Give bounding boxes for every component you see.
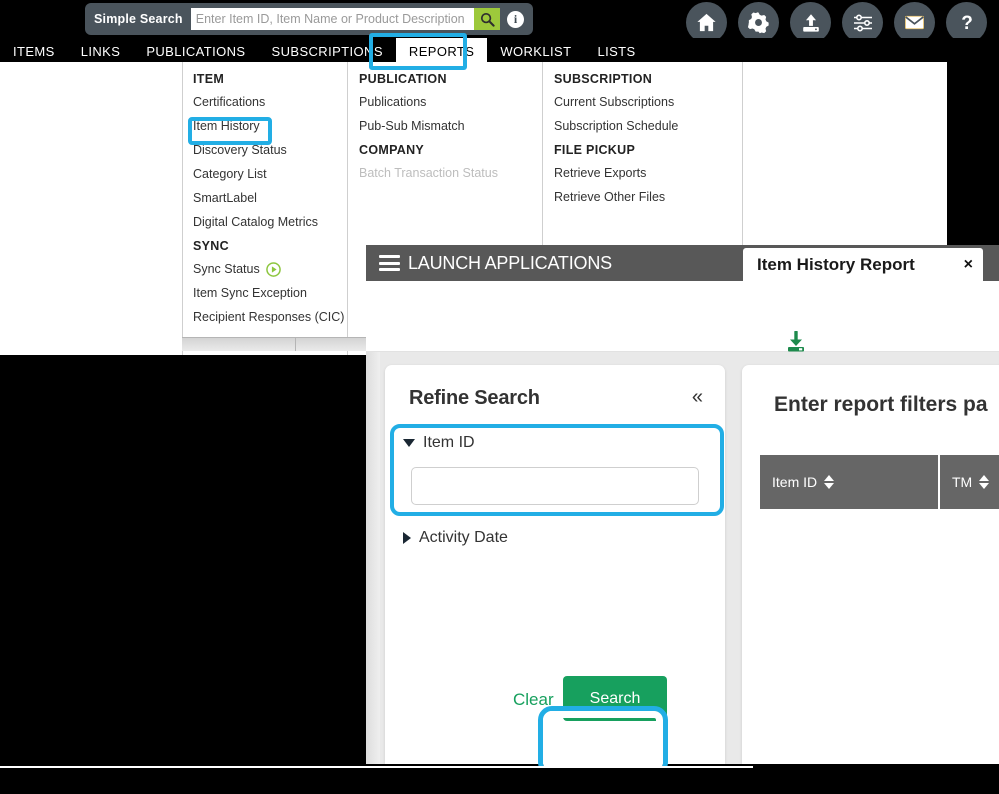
sort-icon[interactable]	[979, 475, 990, 489]
dropdown-heading-sync: SYNC	[193, 239, 229, 253]
refine-search-title: Refine Search	[409, 387, 540, 409]
facet-item-id-label: Item ID	[423, 434, 475, 451]
column-header-tm[interactable]: TM	[940, 455, 999, 509]
dropdown-link-batch-transaction-status: Batch Transaction Status	[359, 166, 498, 180]
dropdown-link-sync-status-label: Sync Status	[193, 262, 260, 276]
dropdown-link-subscription-schedule[interactable]: Subscription Schedule	[554, 119, 742, 134]
app-header-title: LAUNCH APPLICATIONS	[408, 253, 612, 273]
refine-search-panel: Refine Search « Item ID Activity Date Cl…	[385, 365, 725, 764]
svg-text:?: ?	[961, 13, 973, 34]
dropdown-heading-company: COMPANY	[359, 143, 425, 157]
column-header-item-id-label: Item ID	[772, 474, 818, 490]
clear-button[interactable]: Clear	[513, 690, 554, 710]
dropdown-heading-publication: PUBLICATION	[359, 72, 447, 86]
dropdown-link-discovery-status[interactable]: Discovery Status	[193, 143, 347, 158]
dropdown-link-smartlabel[interactable]: SmartLabel	[193, 191, 347, 206]
facet-item-id[interactable]: Item ID	[403, 434, 475, 452]
left-scroll-strip[interactable]	[366, 352, 380, 764]
dropdown-link-item-sync-exception[interactable]: Item Sync Exception	[193, 286, 347, 301]
search-field-wrapper	[190, 8, 500, 30]
upload-icon[interactable]	[790, 2, 831, 43]
screen-root: Simple Search i	[0, 0, 999, 794]
top-bar: Simple Search i	[0, 0, 999, 43]
top-icon-group: ?	[686, 2, 987, 43]
tab-label: Item History Report	[757, 254, 915, 274]
dropdown-link-pub-sub-mismatch[interactable]: Pub-Sub Mismatch	[359, 119, 542, 134]
info-icon[interactable]: i	[507, 10, 524, 28]
dropdown-heading-file-pickup: FILE PICKUP	[554, 143, 636, 157]
app-toolbar: Download	[366, 281, 999, 375]
search-input[interactable]	[190, 8, 474, 30]
gear-icon[interactable]	[738, 2, 779, 43]
application-window: LAUNCH APPLICATIONS Item History Report …	[366, 245, 999, 764]
item-id-input[interactable]	[411, 467, 699, 505]
dropdown-link-digital-catalog-metrics[interactable]: Digital Catalog Metrics	[193, 215, 347, 230]
dropdown-heading-subscription: SUBSCRIPTION	[554, 72, 653, 86]
dropdown-link-category-list[interactable]: Category List	[193, 167, 347, 182]
close-icon[interactable]: ×	[956, 256, 973, 274]
dropdown-link-item-history[interactable]: Item History	[193, 119, 347, 134]
app-header-bar: LAUNCH APPLICATIONS Item History Report …	[366, 245, 999, 281]
envelope-icon[interactable]	[894, 2, 935, 43]
report-results-panel: Enter report filters pa Item ID TM	[742, 365, 999, 764]
dropdown-link-sync-status[interactable]: Sync Status	[193, 262, 347, 277]
dropdown-link-retrieve-exports[interactable]: Retrieve Exports	[554, 166, 742, 181]
bottom-black-bar	[0, 766, 753, 794]
dropdown-link-current-subscriptions[interactable]: Current Subscriptions	[554, 95, 742, 110]
sliders-icon[interactable]	[842, 2, 883, 43]
facet-activity-date-label: Activity Date	[419, 529, 508, 546]
app-body: Refine Search « Item ID Activity Date Cl…	[366, 352, 999, 764]
search-icon[interactable]	[474, 8, 500, 30]
dropdown-link-recipient-responses[interactable]: Recipient Responses (CIC)	[193, 310, 347, 325]
column-header-item-id[interactable]: Item ID	[760, 455, 940, 509]
home-icon[interactable]	[686, 2, 727, 43]
facet-activity-date[interactable]: Activity Date	[403, 529, 508, 547]
search-button[interactable]: Search	[563, 676, 667, 721]
column-header-tm-label: TM	[952, 474, 973, 490]
play-icon[interactable]	[265, 262, 281, 277]
dropdown-link-certifications[interactable]: Certifications	[193, 95, 347, 110]
chevron-right-icon	[403, 532, 411, 544]
help-icon[interactable]: ?	[946, 2, 987, 43]
dropdown-heading-item: ITEM	[193, 72, 225, 86]
dropdown-bottom-scrollbar-segment[interactable]	[295, 337, 366, 351]
hamburger-icon[interactable]	[379, 255, 400, 271]
dropdown-link-publications[interactable]: Publications	[359, 95, 542, 110]
dropdown-column-item: ITEM Certifications Item History Discove…	[182, 62, 347, 355]
simple-search-label: Simple Search	[94, 12, 183, 26]
results-table-header-row: Item ID TM	[760, 455, 999, 509]
collapse-panel-icon[interactable]: «	[692, 387, 703, 407]
tab-item-history-report[interactable]: Item History Report ×	[743, 248, 983, 281]
dropdown-link-retrieve-other-files[interactable]: Retrieve Other Files	[554, 190, 742, 205]
chevron-down-icon	[403, 439, 415, 447]
sort-icon[interactable]	[824, 475, 835, 489]
simple-search-bar: Simple Search i	[85, 3, 533, 35]
report-filters-heading: Enter report filters pa	[774, 393, 988, 416]
